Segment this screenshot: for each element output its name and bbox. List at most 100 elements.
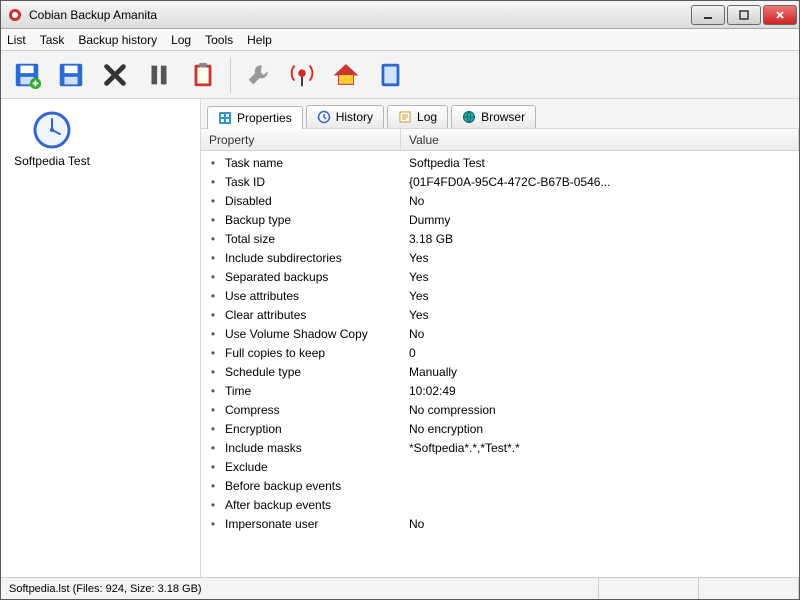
- maximize-button[interactable]: [727, 5, 761, 25]
- floppy-plus-icon: [12, 60, 42, 90]
- broadcast-button[interactable]: [282, 55, 322, 95]
- close-button[interactable]: [763, 5, 797, 25]
- delete-button[interactable]: [95, 55, 135, 95]
- bullet-icon: •: [201, 194, 225, 208]
- app-icon: [7, 7, 23, 23]
- book-icon: [375, 60, 405, 90]
- statusbar-text: Softpedia.lst (Files: 924, Size: 3.18 GB…: [1, 578, 599, 599]
- property-row[interactable]: •Include masks*Softpedia*.*,*Test*.*: [201, 438, 799, 457]
- property-value: Dummy: [409, 213, 799, 227]
- property-name: Task name: [225, 156, 409, 170]
- property-row[interactable]: •Backup typeDummy: [201, 210, 799, 229]
- property-value: No: [409, 327, 799, 341]
- task-list-sidebar[interactable]: Softpedia Test: [1, 99, 201, 577]
- property-row[interactable]: •Exclude: [201, 457, 799, 476]
- clock-icon: [32, 110, 72, 150]
- bullet-icon: •: [201, 232, 225, 246]
- tab-label: Properties: [237, 111, 292, 125]
- window-title: Cobian Backup Amanita: [29, 8, 691, 22]
- property-row[interactable]: •Task nameSoftpedia Test: [201, 153, 799, 172]
- clipboard-button[interactable]: [183, 55, 223, 95]
- property-row[interactable]: •Task ID{01F4FD0A-95C4-472C-B67B-0546...: [201, 172, 799, 191]
- settings-button[interactable]: [238, 55, 278, 95]
- task-item[interactable]: Softpedia Test: [7, 105, 97, 173]
- tab-properties[interactable]: Properties: [207, 106, 303, 129]
- properties-rows: •Task nameSoftpedia Test•Task ID{01F4FD0…: [201, 151, 799, 535]
- property-row[interactable]: •Include subdirectoriesYes: [201, 248, 799, 267]
- property-name: Exclude: [225, 460, 409, 474]
- bullet-icon: •: [201, 479, 225, 493]
- property-row[interactable]: •After backup events: [201, 495, 799, 514]
- menubar: List Task Backup history Log Tools Help: [1, 29, 799, 51]
- bullet-icon: •: [201, 308, 225, 322]
- property-value: *Softpedia*.*,*Test*.*: [409, 441, 799, 455]
- save-button[interactable]: [51, 55, 91, 95]
- property-row[interactable]: •Full copies to keep0: [201, 343, 799, 362]
- tab-log[interactable]: Log: [387, 105, 448, 128]
- new-task-button[interactable]: [7, 55, 47, 95]
- property-row[interactable]: •Before backup events: [201, 476, 799, 495]
- antenna-icon: [287, 60, 317, 90]
- menu-tools[interactable]: Tools: [205, 33, 233, 47]
- menu-task[interactable]: Task: [40, 33, 65, 47]
- bullet-icon: •: [201, 498, 225, 512]
- property-value: 10:02:49: [409, 384, 799, 398]
- property-value: Manually: [409, 365, 799, 379]
- pause-button[interactable]: [139, 55, 179, 95]
- bullet-icon: •: [201, 346, 225, 360]
- home-button[interactable]: [326, 55, 366, 95]
- property-name: Task ID: [225, 175, 409, 189]
- browser-icon: [462, 110, 476, 124]
- body: Softpedia Test Properties History Log: [1, 99, 799, 577]
- tab-browser[interactable]: Browser: [451, 105, 536, 128]
- property-name: Use Volume Shadow Copy: [225, 327, 409, 341]
- property-name: Before backup events: [225, 479, 409, 493]
- properties-header: Property Value: [201, 129, 799, 151]
- property-row[interactable]: •Impersonate userNo: [201, 514, 799, 533]
- property-row[interactable]: •Use Volume Shadow CopyNo: [201, 324, 799, 343]
- property-row[interactable]: •Total size3.18 GB: [201, 229, 799, 248]
- property-row[interactable]: •Separated backupsYes: [201, 267, 799, 286]
- bullet-icon: •: [201, 289, 225, 303]
- bullet-icon: •: [201, 384, 225, 398]
- log-icon: [398, 110, 412, 124]
- minimize-button[interactable]: [691, 5, 725, 25]
- bullet-icon: •: [201, 156, 225, 170]
- property-row[interactable]: •Time10:02:49: [201, 381, 799, 400]
- property-name: Disabled: [225, 194, 409, 208]
- property-name: Encryption: [225, 422, 409, 436]
- property-name: Total size: [225, 232, 409, 246]
- menu-list[interactable]: List: [7, 33, 26, 47]
- bullet-icon: •: [201, 460, 225, 474]
- property-name: Impersonate user: [225, 517, 409, 531]
- tabstrip: Properties History Log Browser: [201, 99, 799, 129]
- property-row[interactable]: •Use attributesYes: [201, 286, 799, 305]
- menu-log[interactable]: Log: [171, 33, 191, 47]
- property-row[interactable]: •EncryptionNo encryption: [201, 419, 799, 438]
- statusbar-cell-2: [599, 578, 699, 599]
- property-row[interactable]: •DisabledNo: [201, 191, 799, 210]
- menu-help[interactable]: Help: [247, 33, 272, 47]
- menu-backup-history[interactable]: Backup history: [78, 33, 157, 47]
- titlebar: Cobian Backup Amanita: [1, 1, 799, 29]
- delete-x-icon: [100, 60, 130, 90]
- property-value: 0: [409, 346, 799, 360]
- property-name: Separated backups: [225, 270, 409, 284]
- history-icon: [317, 110, 331, 124]
- statusbar-cell-3: [699, 578, 799, 599]
- tab-history[interactable]: History: [306, 105, 384, 128]
- help-button[interactable]: [370, 55, 410, 95]
- property-value: {01F4FD0A-95C4-472C-B67B-0546...: [409, 175, 799, 189]
- column-value[interactable]: Value: [401, 129, 799, 150]
- property-value: Softpedia Test: [409, 156, 799, 170]
- property-row[interactable]: •CompressNo compression: [201, 400, 799, 419]
- column-property[interactable]: Property: [201, 129, 401, 150]
- property-name: Backup type: [225, 213, 409, 227]
- property-value: Yes: [409, 270, 799, 284]
- property-row[interactable]: •Schedule typeManually: [201, 362, 799, 381]
- properties-pane[interactable]: Property Value •Task nameSoftpedia Test•…: [201, 129, 799, 577]
- bullet-icon: •: [201, 441, 225, 455]
- property-row[interactable]: •Clear attributesYes: [201, 305, 799, 324]
- property-name: Include masks: [225, 441, 409, 455]
- property-name: After backup events: [225, 498, 409, 512]
